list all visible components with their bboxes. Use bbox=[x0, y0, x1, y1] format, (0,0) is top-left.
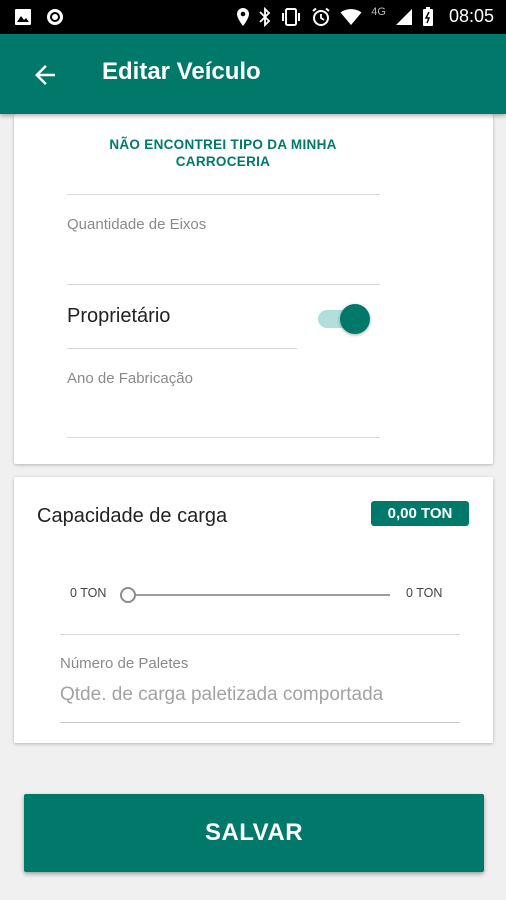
signal-icon bbox=[395, 8, 412, 25]
image-icon bbox=[15, 9, 31, 25]
capacity-badge: 0,00 TON bbox=[371, 501, 469, 526]
clock: 08:05 bbox=[448, 6, 494, 26]
status-bar: 4G 08:05 bbox=[0, 0, 506, 34]
battery-icon bbox=[422, 6, 433, 26]
slider-min-label: 0 TON bbox=[70, 586, 107, 600]
year-label: Ano de Fabricação bbox=[67, 370, 193, 387]
slider-max-label: 0 TON bbox=[406, 586, 443, 600]
capacity-label: Capacidade de carga bbox=[37, 505, 228, 527]
network-type: 4G bbox=[371, 5, 386, 18]
arrow-left-icon[interactable] bbox=[30, 60, 60, 90]
year-field[interactable] bbox=[67, 437, 380, 438]
app-bar: Editar Veículo bbox=[0, 34, 506, 114]
divider bbox=[60, 722, 460, 723]
divider bbox=[60, 634, 460, 635]
capacity-slider[interactable] bbox=[128, 594, 390, 596]
divider bbox=[67, 194, 380, 195]
alarm-icon bbox=[312, 7, 330, 26]
location-icon bbox=[237, 7, 250, 26]
save-button[interactable]: SALVAR bbox=[24, 794, 484, 872]
vibrate-icon bbox=[282, 7, 301, 26]
record-icon bbox=[47, 9, 63, 25]
axles-field[interactable] bbox=[67, 284, 380, 285]
pallets-input[interactable] bbox=[60, 684, 460, 706]
bluetooth-icon bbox=[259, 6, 271, 27]
owner-toggle[interactable] bbox=[318, 302, 372, 334]
vehicle-card: NÃO ENCONTREI TIPO DA MINHA CARROCERIA Q… bbox=[14, 114, 493, 464]
slider-thumb[interactable] bbox=[120, 587, 136, 603]
pallets-label: Número de Paletes bbox=[60, 655, 189, 672]
divider bbox=[67, 348, 297, 349]
toggle-thumb bbox=[340, 304, 370, 334]
wifi-icon bbox=[340, 8, 362, 25]
page-title: Editar Veículo bbox=[102, 58, 261, 85]
axles-label: Quantidade de Eixos bbox=[67, 216, 207, 233]
owner-label: Proprietário bbox=[67, 305, 171, 327]
capacity-card: Capacidade de carga 0,00 TON 0 TON 0 TON… bbox=[14, 477, 493, 743]
body-type-not-found-button[interactable]: NÃO ENCONTREI TIPO DA MINHA CARROCERIA bbox=[66, 136, 380, 170]
